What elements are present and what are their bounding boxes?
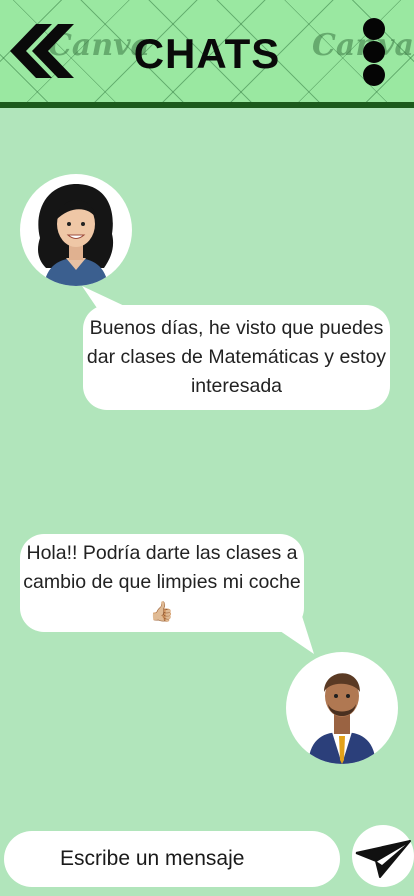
message-text: Hola!! Podría darte las clases a cambio … xyxy=(20,539,304,627)
send-button[interactable] xyxy=(352,825,414,887)
man-avatar-icon[interactable] xyxy=(286,652,398,764)
message-bubble-received[interactable]: Buenos días, he visto que puedes dar cla… xyxy=(83,305,390,410)
paper-plane-icon xyxy=(355,840,411,878)
menu-dot xyxy=(363,41,385,63)
header-divider xyxy=(0,102,414,108)
message-input-placeholder: Escribe un mensaje xyxy=(60,847,245,870)
message-text: Buenos días, he visto que puedes dar cla… xyxy=(86,317,387,397)
menu-dot xyxy=(363,18,385,40)
woman-avatar-icon[interactable] xyxy=(20,174,132,286)
message-text-content: Hola!! Podría darte las clases a cambio … xyxy=(23,542,301,593)
message-input[interactable]: Escribe un mensaje xyxy=(4,831,340,887)
app-header: Canva Canva CHATS xyxy=(0,0,414,102)
thumbs-up-icon: 👍🏼 xyxy=(149,600,175,623)
menu-dot xyxy=(363,64,385,86)
page-title: CHATS xyxy=(133,30,281,77)
bubble-tail xyxy=(258,616,314,654)
menu-button[interactable] xyxy=(360,18,390,86)
